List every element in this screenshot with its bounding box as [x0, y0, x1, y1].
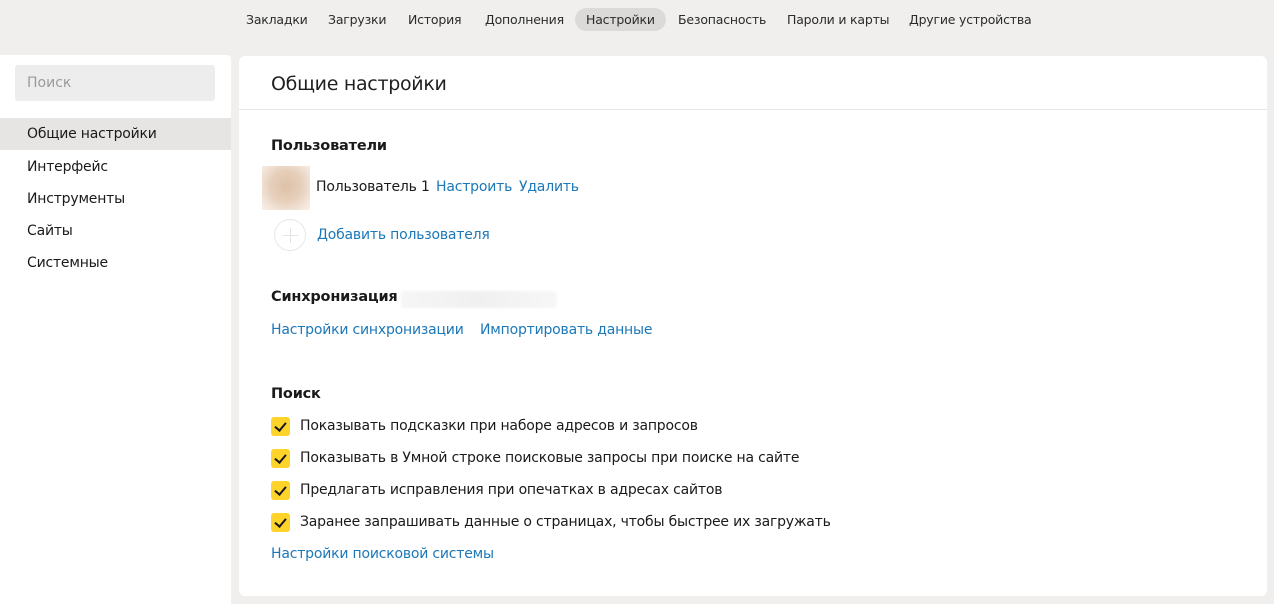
sidebar-item-system[interactable]: Системные [0, 247, 231, 279]
search-option-label: Заранее запрашивать данные о страницах, … [300, 514, 831, 530]
search-engine-settings-link[interactable]: Настройки поисковой системы [271, 546, 494, 562]
tab-downloads[interactable]: Загрузки [328, 8, 386, 31]
sync-settings-link[interactable]: Настройки синхронизации [271, 322, 464, 338]
page-title: Общие настройки [271, 73, 447, 95]
sidebar-item-interface[interactable]: Интерфейс [0, 151, 231, 183]
import-data-link[interactable]: Импортировать данные [480, 322, 652, 338]
search-option-label: Показывать в Умной строке поисковые запр… [300, 450, 800, 466]
tab-settings[interactable]: Настройки [575, 8, 666, 31]
tab-bookmarks[interactable]: Закладки [246, 8, 308, 31]
tab-history[interactable]: История [408, 8, 462, 31]
tab-other-devices[interactable]: Другие устройства [909, 8, 1032, 31]
search-option-label: Предлагать исправления при опечатках в а… [300, 482, 723, 498]
search-input[interactable] [15, 65, 215, 101]
delete-user-link[interactable]: Удалить [519, 179, 579, 195]
tab-passwords-cards[interactable]: Пароли и карты [787, 8, 890, 31]
smartbox-queries-checkbox[interactable] [271, 449, 290, 468]
tab-security[interactable]: Безопасность [678, 8, 766, 31]
search-option-label: Показывать подсказки при наборе адресов … [300, 418, 698, 434]
sidebar-item-general[interactable]: Общие настройки [0, 118, 231, 150]
avatar [262, 166, 310, 210]
search-section-title: Поиск [271, 386, 321, 402]
top-navigation: Закладки Загрузки История Дополнения Нас… [0, 0, 1274, 42]
users-section-title: Пользователи [271, 138, 387, 154]
sync-account-placeholder [401, 291, 557, 308]
settings-panel: Общие настройки Пользователи Пользовател… [239, 56, 1267, 596]
user-name: Пользователь 1 [316, 179, 430, 195]
sync-section-title: Синхронизация [271, 289, 398, 305]
sidebar: Общие настройки Интерфейс Инструменты Са… [0, 55, 231, 604]
preload-pages-checkbox[interactable] [271, 513, 290, 532]
title-divider [239, 109, 1267, 110]
add-user-icon[interactable] [274, 219, 306, 251]
configure-user-link[interactable]: Настроить [436, 179, 512, 195]
add-user-link[interactable]: Добавить пользователя [317, 227, 490, 243]
sidebar-item-sites[interactable]: Сайты [0, 215, 231, 247]
search-suggestions-checkbox[interactable] [271, 417, 290, 436]
typo-correction-checkbox[interactable] [271, 481, 290, 500]
sidebar-item-tools[interactable]: Инструменты [0, 183, 231, 215]
tab-extensions[interactable]: Дополнения [485, 8, 564, 31]
